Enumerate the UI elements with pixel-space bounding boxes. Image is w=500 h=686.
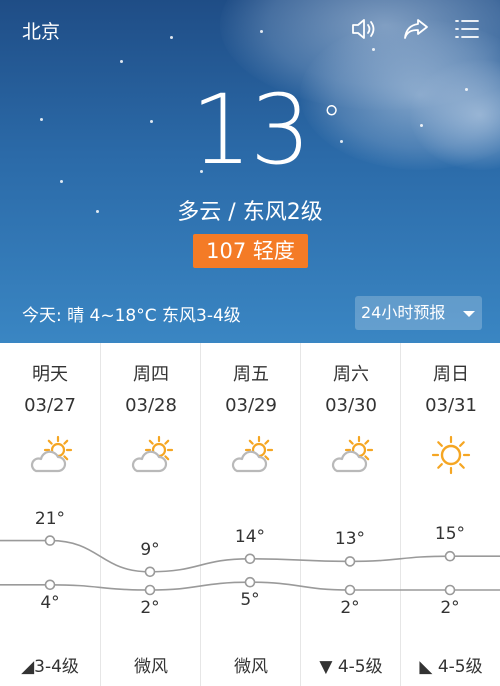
current-condition: 多云 / 东风2级 (177, 200, 323, 225)
partly-cloudy-icon (231, 435, 274, 473)
menu-icon[interactable] (452, 14, 482, 44)
forecast-date: 03/27 (24, 395, 76, 416)
forecast-wind: ◢3-4级 (0, 652, 100, 677)
degree-symbol: ° (322, 98, 342, 142)
chevron-down-icon (463, 311, 475, 317)
forecast-weekday: 周五 (233, 364, 269, 385)
speaker-icon[interactable] (348, 14, 378, 44)
forecast-weekday: 周四 (133, 364, 169, 385)
forecast-date: 03/30 (325, 395, 377, 416)
partly-cloudy-icon (331, 435, 374, 473)
forecast-wind: 微风 (201, 652, 301, 677)
low-temperature-label: 4° (40, 592, 60, 613)
daily-forecast: 明天 03/27 ◢3-4级 周四 03/28 微风 周五 03/29 微风 周… (0, 343, 500, 686)
wind-level: 3-4级 (34, 657, 79, 677)
weather-hero: 北京 13 ° 多云 / 东风2级 107 轻度 今天: 晴 4~18°C 东风3… (0, 0, 500, 343)
high-temperature-label: 14° (234, 526, 266, 547)
wind-level: 4-5级 (337, 657, 383, 677)
forecast-day[interactable]: 周六 03/30 ▼ 4-5级 (300, 343, 401, 686)
forecast-day[interactable]: 周四 03/28 微风 (100, 343, 201, 686)
low-temperature-label: 2° (340, 598, 360, 618)
wind-level: 微风 (134, 657, 168, 677)
today-summary: 今天: 晴 4~18°C 东风3-4级 (22, 306, 241, 326)
wind-level: 4-5级 (437, 657, 483, 677)
high-temperature-label: 13° (334, 529, 366, 550)
forecast-weekday: 明天 (32, 364, 68, 385)
forecast-wind: 微风 (101, 652, 201, 677)
partly-cloudy-icon (131, 435, 174, 473)
forecast-day[interactable]: 周五 03/29 微风 (200, 343, 301, 686)
wind-level: 微风 (234, 657, 268, 677)
forecast-wind: ▼ 4-5级 (301, 652, 401, 677)
hourly-forecast-label: 24小时预报 (361, 303, 446, 322)
wind-direction-icon: ◣ (419, 657, 438, 677)
share-icon[interactable] (401, 14, 431, 44)
low-temperature-label: 2° (440, 598, 460, 618)
current-temperature: 13 ° (0, 78, 500, 182)
forecast-date: 03/29 (225, 395, 277, 416)
forecast-weekday: 周日 (433, 364, 469, 385)
hourly-forecast-button[interactable]: 24小时预报 (355, 296, 482, 330)
temperature-value: 13 (190, 74, 311, 186)
wind-direction-icon: ◢ (21, 657, 35, 677)
low-temperature-label: 2° (140, 598, 160, 618)
aqi-badge[interactable]: 107 轻度 (193, 234, 308, 268)
forecast-wind: ◣ 4-5级 (401, 652, 500, 677)
forecast-date: 03/28 (125, 395, 177, 416)
high-temperature-label: 9° (140, 539, 160, 560)
wind-direction-icon: ▼ (319, 657, 338, 677)
high-temperature-label: 15° (434, 524, 466, 545)
forecast-weekday: 周六 (333, 364, 369, 385)
partly-cloudy-icon (30, 435, 73, 473)
high-temperature-label: 21° (34, 508, 66, 529)
sunny-icon (431, 435, 471, 475)
forecast-date: 03/31 (425, 395, 477, 416)
city-name[interactable]: 北京 (22, 17, 60, 44)
low-temperature-label: 5° (240, 590, 260, 611)
forecast-day[interactable]: 周日 03/31 ◣ 4-5级 (400, 343, 500, 686)
